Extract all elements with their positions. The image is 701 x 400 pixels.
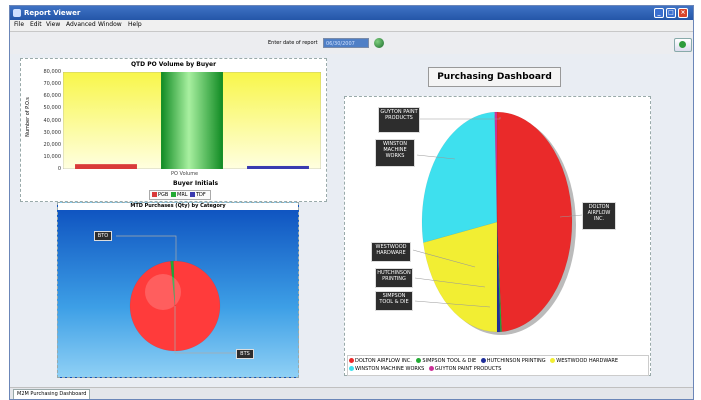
dashboard-title: Purchasing Dashboard xyxy=(428,67,561,87)
qtd-y-tick: 60,000 xyxy=(43,93,62,100)
legend-mrl: MRL xyxy=(171,192,188,198)
menu-window[interactable]: Window xyxy=(98,21,122,28)
vendor-slice-winston-machine-works xyxy=(421,111,498,243)
refresh-icon xyxy=(679,41,686,48)
dolton-callout: DOLTON AIRFLOW INC. xyxy=(582,202,616,230)
qtd-bar-tdf xyxy=(247,165,309,169)
tab-m2m-purchasing-dashboard[interactable]: M2M Purchasing Dashboard xyxy=(13,389,91,399)
qtd-bar-pgb xyxy=(75,164,137,169)
menu-file[interactable]: File xyxy=(14,21,24,28)
window-title: Report Viewer xyxy=(24,9,81,17)
westwood-callout: WESTWOOD HARDWARE xyxy=(371,242,411,262)
maximize-button[interactable]: □ xyxy=(666,8,676,18)
vendor-legend-item: WESTWOOD HARDWARE xyxy=(550,358,618,364)
qtd-y-tick: 10,000 xyxy=(43,153,62,160)
menu-edit[interactable]: Edit xyxy=(30,21,42,28)
vendor-legend-item: GUYTON PAINT PRODUCTS xyxy=(428,366,501,372)
menu-advanced[interactable]: Advanced xyxy=(66,21,96,28)
report-viewer-window: Report Viewer _ □ × File Edit View Advan… xyxy=(9,5,694,400)
vendor-legend-item: SIMPSON TOOL & DIE xyxy=(416,358,476,364)
mtd-chart-panel: MTD Purchases (Qty) by Category BTO BTS xyxy=(57,202,299,378)
title-bar: Report Viewer _ □ × xyxy=(10,6,693,20)
vendor-legend-item: DOLTON AIRFLOW INC. xyxy=(349,358,412,364)
legend-pgb: PGB xyxy=(152,192,168,198)
qtd-legend: PGB MRL TDF xyxy=(149,190,211,200)
menu-bar: File Edit View Advanced Window Help xyxy=(10,20,693,32)
close-button[interactable]: × xyxy=(678,8,688,18)
go-icon[interactable] xyxy=(374,38,384,48)
qtd-y-tick: 40,000 xyxy=(43,117,62,124)
qtd-y-tick: 0 xyxy=(57,166,61,172)
qtd-chart-title: QTD PO Volume by Buyer xyxy=(130,61,217,68)
qtd-y-tick: 30,000 xyxy=(43,129,62,136)
refresh-button[interactable] xyxy=(674,38,692,52)
bto-callout: BTO xyxy=(94,231,112,241)
qtd-bar-plot xyxy=(63,72,321,169)
report-date-input[interactable]: 06/30/2007 xyxy=(323,38,369,48)
menu-help[interactable]: Help xyxy=(128,21,142,28)
qtd-y-tick: 80,000 xyxy=(43,69,62,75)
status-bar: M2M Purchasing Dashboard xyxy=(10,387,693,399)
report-date-label: Enter date of report xyxy=(268,40,318,46)
vendor-legend-item: WINSTON MACHINE WORKS xyxy=(349,366,424,372)
bts-callout: BTS xyxy=(236,349,254,359)
qtd-y-axis-label: Number of P.O.s xyxy=(25,97,31,137)
vendor-legend-item: HUTCHINSON PRINTING xyxy=(480,358,546,364)
qtd-y-tick: 70,000 xyxy=(43,81,62,88)
qtd-y-tick: 50,000 xyxy=(43,105,62,112)
qtd-x-axis-label: Buyer Initials xyxy=(173,180,219,187)
hutchinson-callout: HUTCHINSON PRINTING xyxy=(375,268,413,288)
qtd-chart-panel: QTD PO Volume by Buyer Number of P.O.s 8… xyxy=(20,58,327,202)
simpson-callout: SIMPSON TOOL & DIE xyxy=(375,291,413,311)
guyton-callout: GUYTON PAINT PRODUCTS xyxy=(378,107,420,133)
mtd-pie-plot xyxy=(116,235,236,354)
minimize-button[interactable]: _ xyxy=(654,8,664,18)
menu-view[interactable]: View xyxy=(46,21,60,28)
legend-tdf: TDF xyxy=(190,192,206,198)
winston-callout: WINSTON MACHINE WORKS xyxy=(375,139,415,167)
qtd-y-tick: 20,000 xyxy=(43,141,62,148)
bto-leader-line xyxy=(116,235,177,261)
vendor-legend: DOLTON AIRFLOW INC. SIMPSON TOOL & DIE H… xyxy=(347,355,649,376)
vendor-slice-dolton-airflow-inc xyxy=(496,111,573,332)
toolbar: Enter date of report 06/30/2007 xyxy=(10,32,693,54)
qtd-category-label: PO Volume xyxy=(171,171,199,177)
qtd-bar-mrl xyxy=(161,72,223,169)
vendor-chart-panel: GUYTON PAINT PRODUCTS WINSTON MACHINE WO… xyxy=(344,96,651,376)
mtd-pie-highlight xyxy=(145,274,181,310)
app-icon xyxy=(13,9,21,17)
